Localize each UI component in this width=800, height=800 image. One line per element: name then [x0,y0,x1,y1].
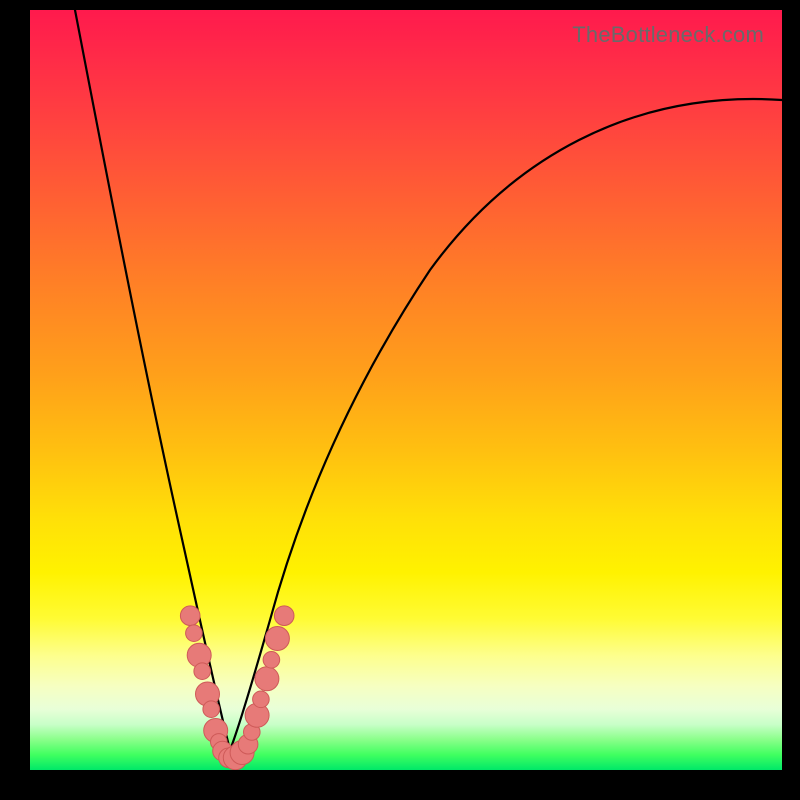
v-curve-right [230,99,782,750]
data-bead [253,691,270,708]
data-bead [274,606,294,626]
plot-area: TheBottleneck.com [30,10,782,770]
data-bead [194,663,211,680]
beads-group [180,606,294,770]
v-curve-left [75,10,230,750]
data-bead [186,625,203,642]
curve-layer [30,10,782,770]
watermark-text: TheBottleneck.com [572,22,764,48]
data-bead [255,667,279,691]
data-bead [203,701,220,718]
data-bead [263,652,280,669]
chart-frame: TheBottleneck.com [0,0,800,800]
data-bead [180,606,200,626]
data-bead [265,627,289,651]
